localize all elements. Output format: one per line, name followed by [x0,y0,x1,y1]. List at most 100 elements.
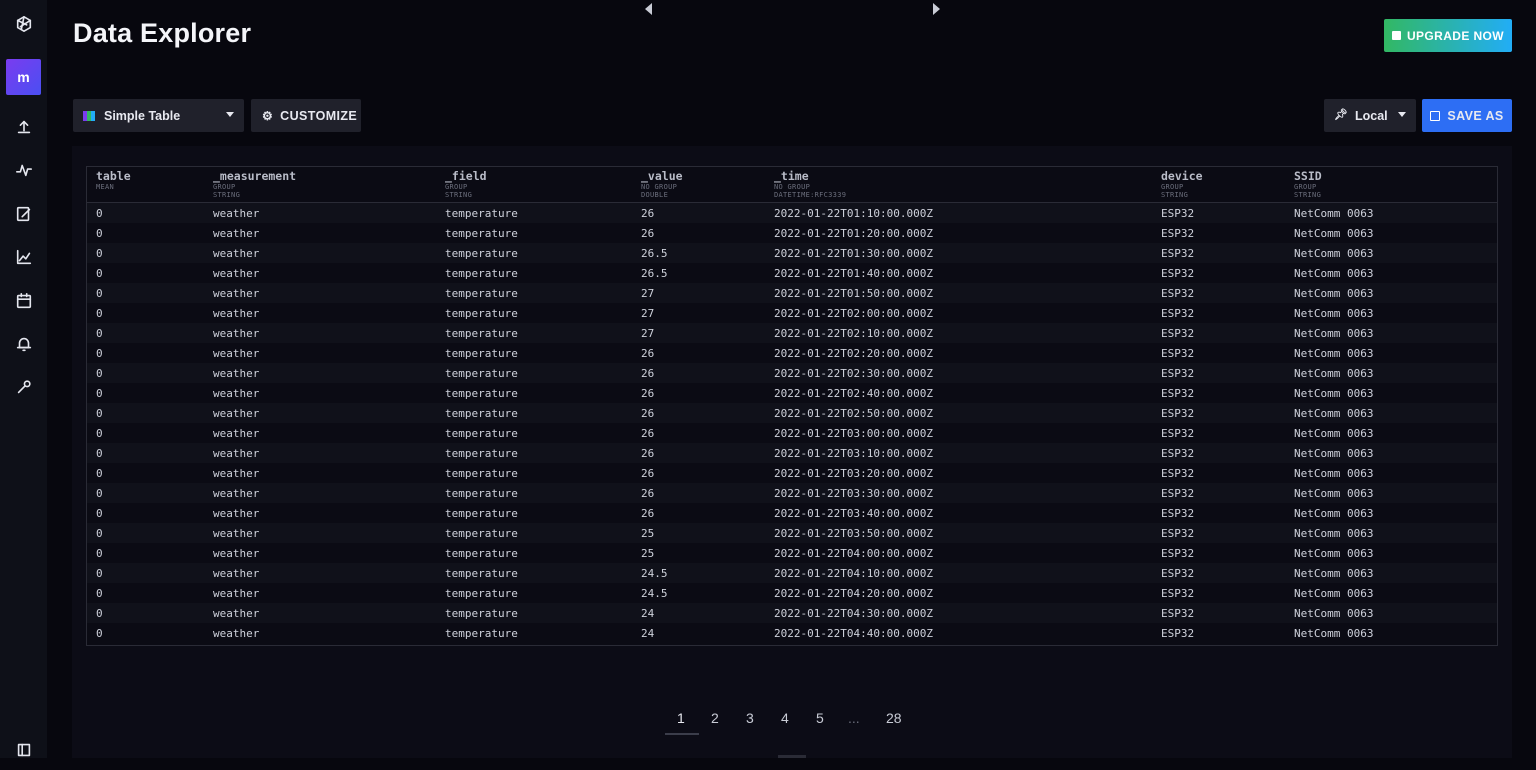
alerts-icon[interactable] [0,324,47,364]
visualization-type-dropdown[interactable]: Simple Table [73,99,244,132]
table-row: 0 weather temperature 26 2022-01-22T02:50:00… [87,403,1497,423]
table-cell: ESP32 [1161,266,1195,280]
page-1[interactable]: 1 [677,710,685,726]
table-cell: weather [213,326,260,340]
table-cell: 2022-01-22T03:30:00.000Z [774,486,933,500]
table-cell: 0 [96,406,103,420]
table-cell: 26 [641,466,655,480]
table-cell: temperature [445,446,518,460]
table-cell: 2022-01-22T02:30:00.000Z [774,366,933,380]
page-3[interactable]: 3 [746,710,754,726]
page-28[interactable]: 28 [886,710,902,726]
column-type: STRING [1161,191,1189,199]
table-cell: NetComm 0063 [1294,566,1374,580]
table-cell: ESP32 [1161,546,1195,560]
next-page-icon[interactable] [933,3,940,15]
table-cell: temperature [445,626,518,640]
table-cell: 26 [641,426,655,440]
page-ellipsis: ... [848,710,860,726]
page-5[interactable]: 5 [816,710,824,726]
table-cell: NetComm 0063 [1294,586,1374,600]
column-header[interactable]: _value NO GROUP DOUBLE [632,167,765,203]
save-as-button[interactable]: SAVE AS [1422,99,1512,132]
page-2[interactable]: 2 [711,710,719,726]
table-cell: 0 [96,606,103,620]
settings-wrench-icon[interactable] [0,367,47,407]
dashboard-icon[interactable] [0,237,47,277]
table-cell: ESP32 [1161,466,1195,480]
page-title: Data Explorer [73,18,252,48]
customize-button[interactable]: ⚙ CUSTOMIZE [251,99,361,132]
table-row: 0 weather temperature 27 2022-01-22T02:00:00… [87,303,1497,323]
table-row: 0 weather temperature 26 2022-01-22T03:00:00… [87,423,1497,443]
upload-icon[interactable] [0,107,47,147]
column-meta: NO GROUP [774,183,811,191]
table-cell: 0 [96,626,103,640]
table-cell: temperature [445,326,518,340]
table-cell: temperature [445,406,518,420]
table-cell: 0 [96,326,103,340]
column-meta: NO GROUP [641,183,678,191]
table-cell: weather [213,406,260,420]
table-cell: NetComm 0063 [1294,466,1374,480]
table-cell: NetComm 0063 [1294,366,1374,380]
data-explorer-icon[interactable] [0,150,47,190]
prev-page-icon[interactable] [645,3,652,15]
notebook-icon[interactable] [0,194,47,234]
table-row: 0 weather temperature 26 2022-01-22T03:40:00… [87,503,1497,523]
table-cell: 0 [96,346,103,360]
table-cell: 26 [641,346,655,360]
table-cell: 26 [641,386,655,400]
table-row: 0 weather temperature 27 2022-01-22T01:50:00… [87,283,1497,303]
column-header[interactable]: SSID GROUP STRING [1285,167,1497,203]
table-cell: 0 [96,466,103,480]
table-cell: temperature [445,506,518,520]
table-cell: 26 [641,506,655,520]
column-name: table [96,169,131,183]
table-cell: 26 [641,446,655,460]
table-row: 0 weather temperature 26.5 2022-01-22T01:40:… [87,263,1497,283]
org-avatar[interactable]: m [6,59,41,95]
pin-icon: 📌︎ [1334,109,1348,121]
column-header[interactable]: _field GROUP STRING [436,167,632,203]
table-row: 0 weather temperature 26.5 2022-01-22T01:30:… [87,243,1497,263]
timezone-dropdown[interactable]: 📌︎ Local [1324,99,1416,132]
column-header[interactable]: device GROUP STRING [1152,167,1285,203]
table-cell: 26.5 [641,266,668,280]
table-body: 0 weather temperature 26 2022-01-22T01:10:00… [87,202,1497,643]
logo-icon[interactable] [0,4,47,44]
column-header[interactable]: table MEAN [87,167,204,203]
table-cell: 27 [641,326,655,340]
table-cell: 2022-01-22T04:30:00.000Z [774,606,933,620]
table-cell: 26 [641,406,655,420]
tasks-icon[interactable] [0,281,47,321]
upgrade-now-button[interactable]: UPGRADE NOW [1384,19,1512,52]
table-cell: 24 [641,606,655,620]
table-cell: 2022-01-22T03:20:00.000Z [774,466,933,480]
results-table: table MEAN _measurement GROUP STRING _field GR… [86,166,1498,646]
page-4[interactable]: 4 [781,710,789,726]
table-cell: NetComm 0063 [1294,446,1374,460]
table-cell: 2022-01-22T04:10:00.000Z [774,566,933,580]
table-cell: 2022-01-22T02:00:00.000Z [774,306,933,320]
table-cell: 2022-01-22T01:10:00.000Z [774,206,933,220]
table-cell: 0 [96,306,103,320]
column-header[interactable]: _time NO GROUP DATETIME:RFC3339 [765,167,1152,203]
table-cell: weather [213,546,260,560]
table-cell: 2022-01-22T01:30:00.000Z [774,246,933,260]
table-cell: temperature [445,226,518,240]
table-cell: weather [213,306,260,320]
table-cell: temperature [445,286,518,300]
collapse-icon[interactable] [0,730,47,770]
column-type: DATETIME:RFC3339 [774,191,847,199]
column-header[interactable]: _measurement GROUP STRING [204,167,436,203]
table-cell: 0 [96,226,103,240]
table-cell: 0 [96,386,103,400]
table-cell: NetComm 0063 [1294,346,1374,360]
table-row: 0 weather temperature 26 2022-01-22T03:30:00… [87,483,1497,503]
column-name: _field [445,169,487,183]
table-cell: ESP32 [1161,226,1195,240]
table-cell: 2022-01-22T01:40:00.000Z [774,266,933,280]
table-cell: temperature [445,346,518,360]
table-cell: 25 [641,526,655,540]
